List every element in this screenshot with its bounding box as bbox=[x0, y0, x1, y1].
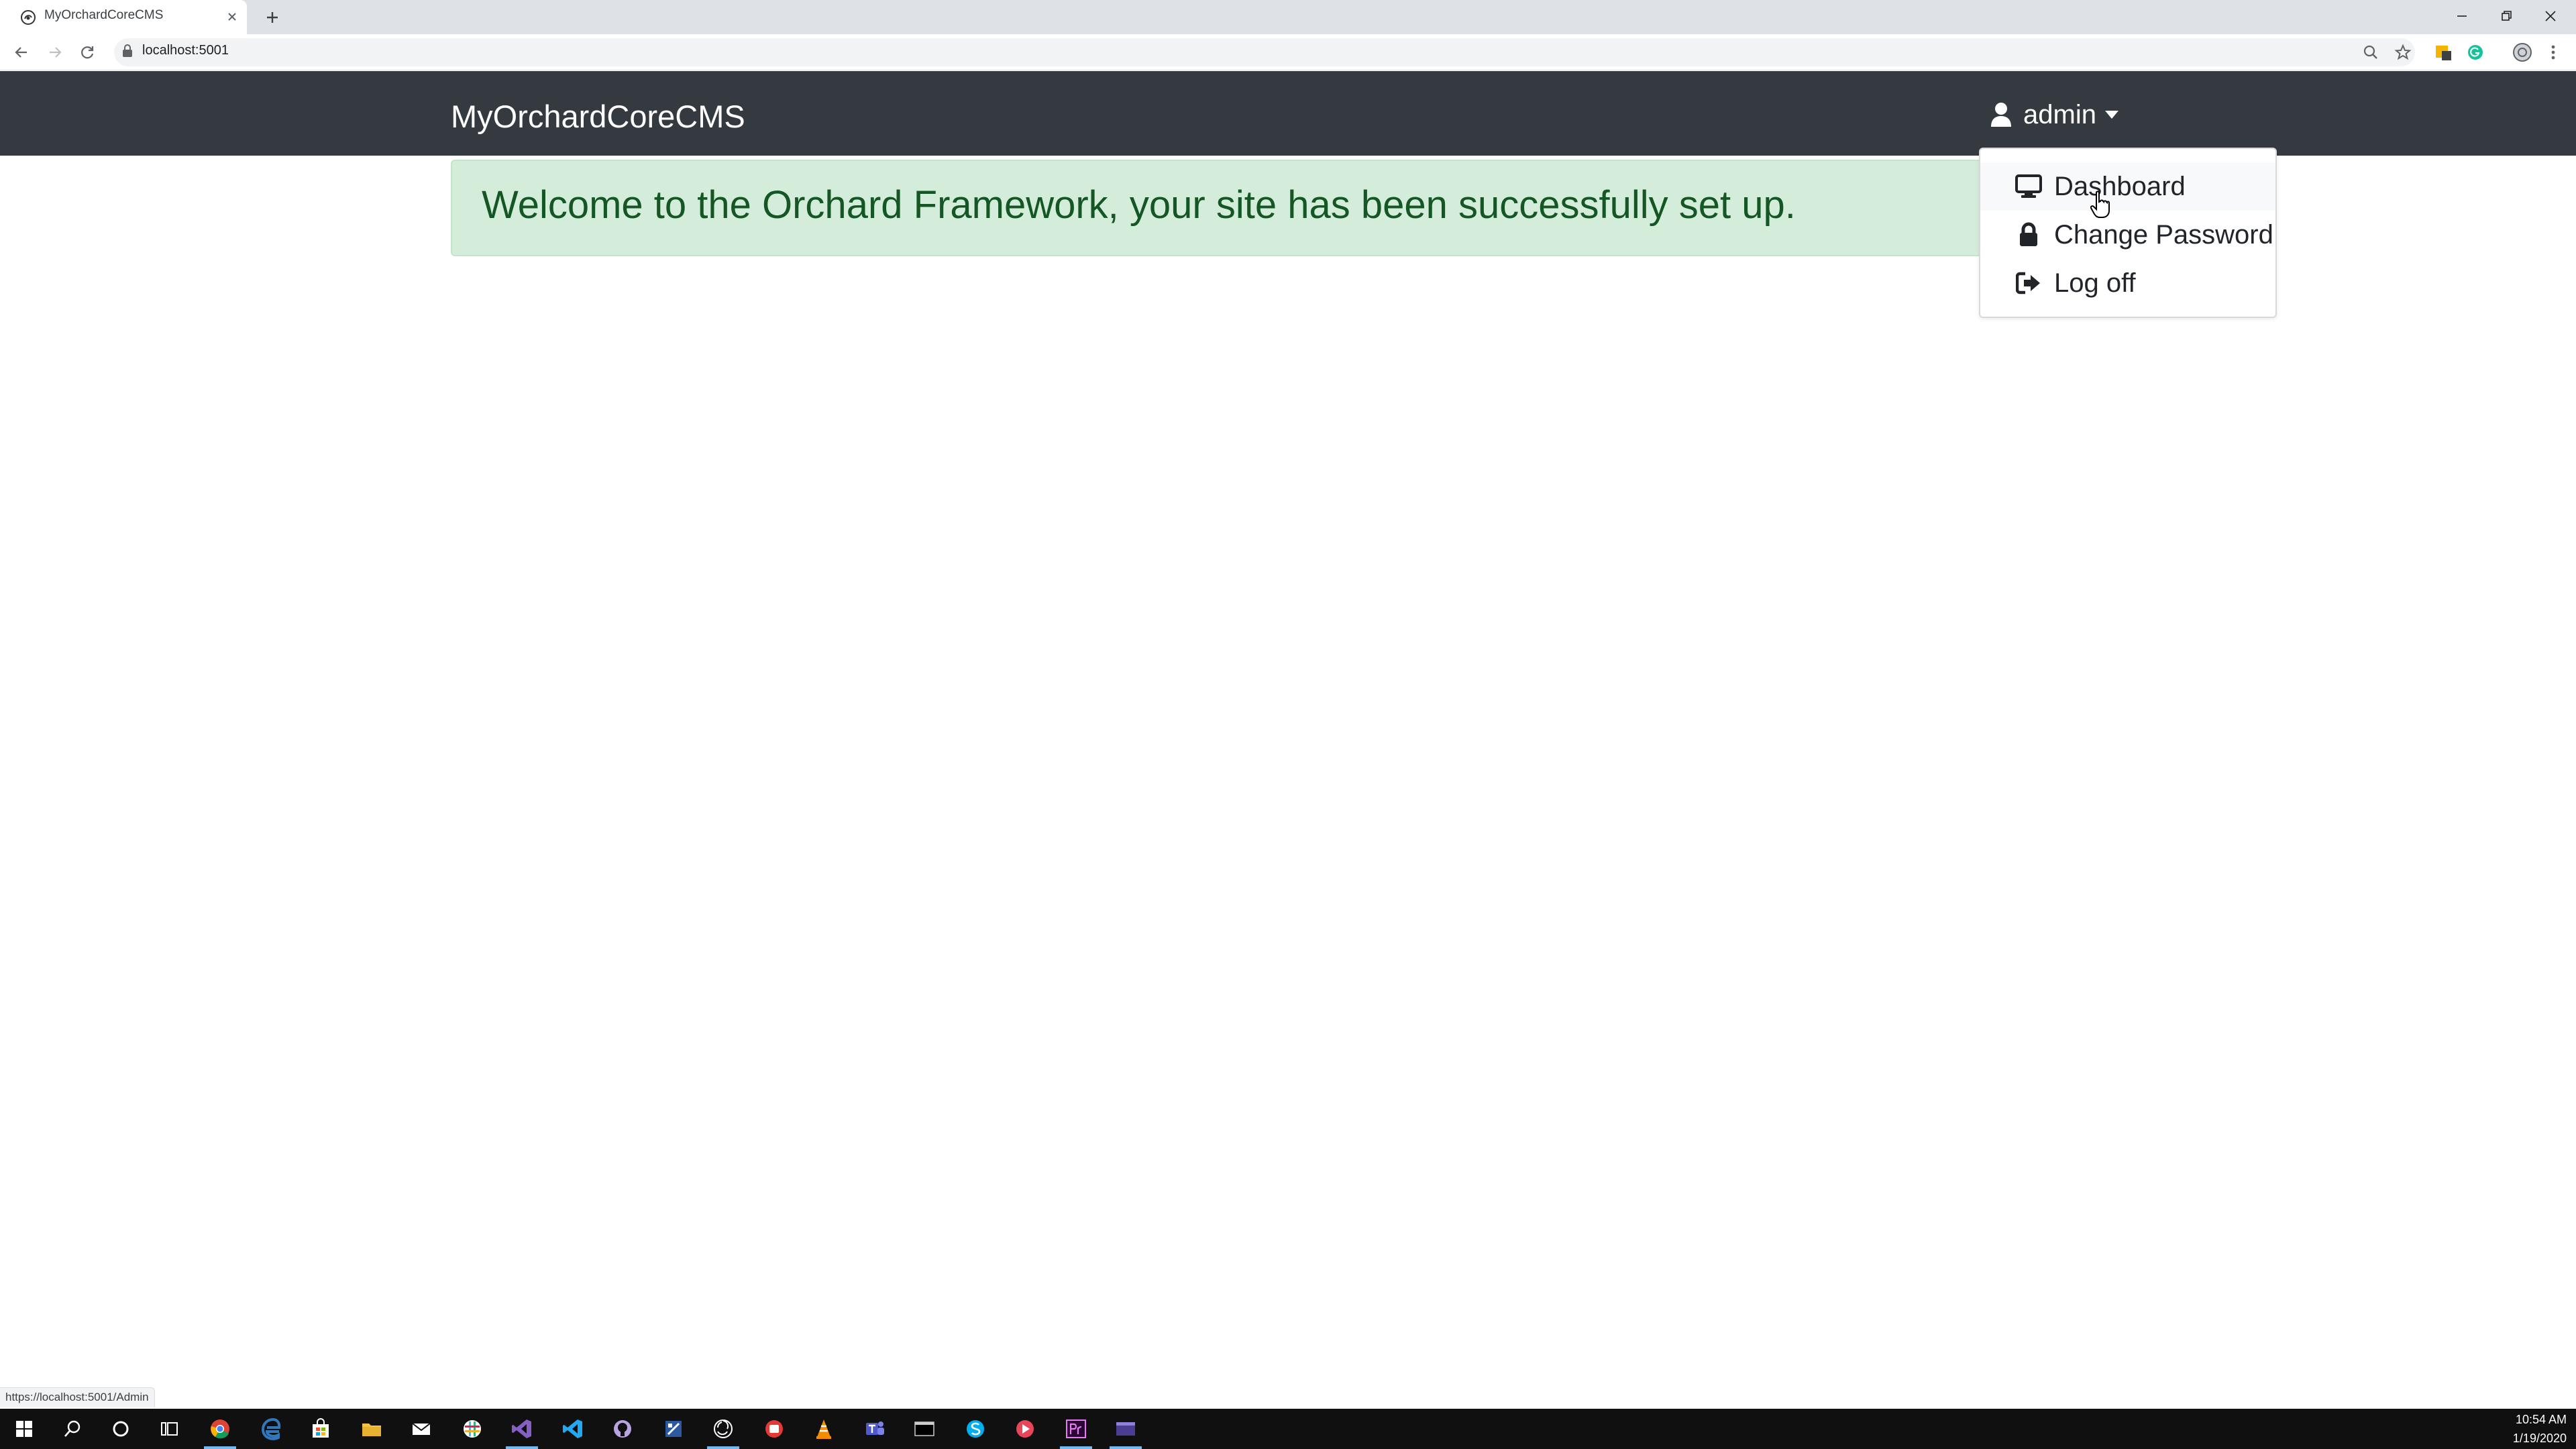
url-text[interactable]: localhost:5001 bbox=[142, 43, 229, 58]
chrome-icon[interactable] bbox=[207, 1415, 233, 1442]
zoom-icon[interactable] bbox=[2361, 43, 2380, 62]
file-explorer-icon[interactable] bbox=[358, 1415, 385, 1442]
minimize-window-icon[interactable] bbox=[2451, 5, 2473, 27]
teams-icon[interactable] bbox=[861, 1415, 888, 1442]
browser-tab[interactable]: MyOrchardCoreCMS bbox=[0, 0, 247, 34]
search-icon[interactable] bbox=[59, 1415, 86, 1442]
premiere-active-indicator bbox=[1060, 1446, 1092, 1449]
obs-icon[interactable] bbox=[710, 1415, 737, 1442]
cortana-icon[interactable] bbox=[107, 1415, 134, 1442]
windows-start-icon[interactable] bbox=[11, 1415, 38, 1442]
browser-toolbar bbox=[0, 34, 2576, 70]
dropdown-item-log-off[interactable]: Log off bbox=[1980, 259, 2275, 307]
task-view-icon[interactable] bbox=[156, 1415, 182, 1442]
dropdown-item-label: Change Password bbox=[2054, 219, 2273, 250]
obs-active-indicator bbox=[707, 1446, 739, 1449]
dropdown-item-label: Dashboard bbox=[2054, 171, 2186, 201]
site-brand-link[interactable]: MyOrchardCoreCMS bbox=[451, 98, 745, 135]
slack-icon[interactable] bbox=[459, 1415, 486, 1442]
edge-icon[interactable] bbox=[258, 1415, 284, 1442]
address-bar[interactable] bbox=[114, 38, 2415, 66]
paint-tool-icon[interactable] bbox=[660, 1415, 687, 1442]
vscode-icon[interactable] bbox=[559, 1415, 586, 1442]
app-window-active-indicator bbox=[1110, 1446, 1142, 1449]
close-tab-icon[interactable] bbox=[224, 9, 240, 25]
browser-tabstrip bbox=[0, 0, 2576, 34]
clock-time: 10:54 AM bbox=[2515, 1413, 2567, 1426]
status-bar-url: https://localhost:5001/Admin bbox=[0, 1387, 155, 1407]
orchard-favicon-icon bbox=[21, 10, 36, 25]
vlc-icon[interactable] bbox=[810, 1415, 837, 1442]
clock-date: 1/19/2020 bbox=[2512, 1432, 2567, 1445]
github-icon[interactable] bbox=[609, 1415, 636, 1442]
windows-taskbar bbox=[0, 1409, 2576, 1449]
caret-down-icon bbox=[2104, 111, 2118, 119]
app-window-icon[interactable] bbox=[1112, 1415, 1139, 1442]
user-menu-label: admin bbox=[2023, 99, 2096, 129]
lock-icon bbox=[2015, 221, 2042, 248]
forward-icon[interactable] bbox=[46, 43, 64, 62]
new-tab-icon[interactable] bbox=[263, 8, 282, 27]
browser-menu-icon[interactable] bbox=[2542, 42, 2564, 63]
user-icon bbox=[1991, 103, 2011, 127]
site-navbar bbox=[0, 71, 2576, 156]
hand-cursor-icon bbox=[2090, 191, 2110, 218]
bookmark-star-icon[interactable] bbox=[2394, 43, 2412, 62]
extension-notes-icon[interactable] bbox=[2432, 42, 2454, 63]
mail-icon[interactable] bbox=[408, 1415, 435, 1442]
dropdown-item-label: Log off bbox=[2054, 268, 2136, 298]
restore-window-icon[interactable] bbox=[2496, 5, 2517, 27]
visual-studio-icon[interactable] bbox=[508, 1415, 535, 1442]
skype-icon[interactable] bbox=[962, 1415, 989, 1442]
taskbar-clock[interactable]: 10:54 AM 1/19/2020 bbox=[2513, 1410, 2567, 1448]
extension-grammarly-icon[interactable] bbox=[2465, 42, 2486, 63]
media-player-icon[interactable] bbox=[1012, 1415, 1038, 1442]
profile-avatar-icon[interactable] bbox=[2512, 42, 2533, 63]
dropdown-item-dashboard[interactable]: Dashboard bbox=[1980, 162, 2275, 211]
close-window-icon[interactable] bbox=[2540, 5, 2561, 27]
dropdown-item-change-password[interactable]: Change Password bbox=[1980, 211, 2275, 259]
sign-out-icon bbox=[2015, 270, 2042, 297]
desktop-icon bbox=[2015, 173, 2042, 200]
user-menu-toggle[interactable]: admin bbox=[1990, 98, 2119, 131]
terminal-icon[interactable] bbox=[911, 1415, 938, 1442]
visual-studio-active-indicator bbox=[506, 1446, 538, 1449]
screen-recorder-icon[interactable] bbox=[761, 1415, 788, 1442]
chrome-active-indicator bbox=[204, 1446, 236, 1449]
store-icon[interactable] bbox=[307, 1415, 334, 1442]
premiere-pro-icon[interactable] bbox=[1063, 1415, 1089, 1442]
alert-message: Welcome to the Orchard Framework, your s… bbox=[482, 183, 1796, 227]
tab-title: MyOrchardCoreCMS bbox=[44, 8, 164, 22]
lock-icon[interactable] bbox=[121, 43, 134, 59]
back-icon[interactable] bbox=[12, 43, 31, 62]
reload-icon[interactable] bbox=[78, 43, 97, 62]
